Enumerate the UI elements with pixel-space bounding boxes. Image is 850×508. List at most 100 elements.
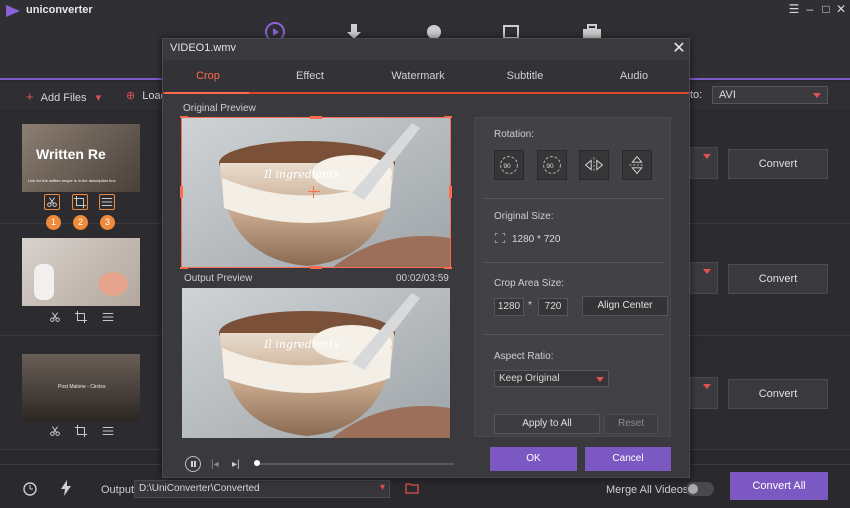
convert-all-button[interactable]: Convert All: [730, 472, 828, 500]
output-label: Output: [101, 484, 135, 496]
divider: [484, 334, 664, 335]
crop-handle[interactable]: [180, 116, 188, 118]
folder-icon[interactable]: [405, 482, 419, 494]
trim-icon[interactable]: [44, 194, 60, 210]
aspect-ratio-label: Aspect Ratio:: [494, 351, 554, 362]
crop-height-input[interactable]: 720: [538, 298, 568, 316]
output-path-field[interactable]: D:\UniConverter\Converted ▾: [134, 480, 390, 498]
apply-to-all-button[interactable]: Apply to All: [494, 414, 600, 434]
flip-vertical-button[interactable]: [622, 150, 652, 180]
effect-icon[interactable]: [101, 424, 117, 440]
video-thumbnail[interactable]: Written Re Link for the written recipe i…: [22, 124, 140, 192]
crop-width-input[interactable]: 1280: [494, 298, 524, 316]
crop-handle[interactable]: [444, 267, 452, 269]
row-format-select[interactable]: [690, 147, 718, 179]
reset-button[interactable]: Reset: [604, 414, 658, 434]
crop-icon[interactable]: [74, 424, 90, 440]
thumbnail-text: Post Malone - Circles: [58, 384, 106, 390]
maximize-icon[interactable]: □: [819, 2, 833, 16]
next-icon[interactable]: ▸|: [232, 459, 240, 470]
close-icon[interactable]: ✕: [834, 2, 848, 16]
rotate-right-button[interactable]: 90: [537, 150, 567, 180]
trim-icon[interactable]: [48, 424, 64, 440]
aspect-ratio-select[interactable]: Keep Original: [494, 370, 609, 387]
convert-button[interactable]: Convert: [728, 379, 828, 409]
rotate-right-icon: 90: [543, 156, 561, 174]
tab-crop[interactable]: Crop: [168, 70, 248, 82]
cancel-button[interactable]: Cancel: [585, 447, 671, 471]
convert-button[interactable]: Convert: [728, 149, 828, 179]
crop-area-label: Crop Area Size:: [494, 278, 565, 289]
row-format-select[interactable]: [690, 377, 718, 409]
load-button[interactable]: ⊕ Load: [126, 89, 167, 102]
tab-subtitle[interactable]: Subtitle: [485, 70, 565, 82]
lightning-icon[interactable]: [60, 480, 72, 496]
output-format-value: AVI: [719, 89, 736, 101]
seek-handle[interactable]: [254, 460, 260, 466]
dropdown-caret-icon: ▾: [379, 482, 385, 493]
crop-handle[interactable]: [180, 267, 188, 269]
tab-watermark[interactable]: Watermark: [378, 70, 458, 82]
step-badge: 2: [73, 215, 88, 230]
add-files-button[interactable]: + Add Files ▾: [26, 89, 101, 104]
chevron-down-icon: ▾: [95, 92, 102, 104]
minimize-icon[interactable]: –: [803, 2, 817, 16]
dialog-close-icon[interactable]: ✕: [671, 41, 687, 57]
rotate-right-text: 90: [546, 163, 554, 170]
output-preview-label: Output Preview: [184, 273, 253, 284]
tab-audio[interactable]: Audio: [594, 70, 674, 82]
step-badge: 1: [46, 215, 61, 230]
video-thumbnail[interactable]: [22, 238, 140, 306]
original-preview-label: Original Preview: [183, 103, 256, 114]
crop-icon[interactable]: [74, 310, 90, 326]
crop-handle[interactable]: [180, 186, 183, 198]
row-format-select[interactable]: [690, 262, 718, 294]
active-tab-indicator: [165, 92, 249, 94]
output-preview-video: Il ingredients: [182, 288, 450, 438]
pause-button[interactable]: [185, 456, 201, 472]
previous-icon[interactable]: |◂: [211, 459, 219, 470]
effect-icon[interactable]: [99, 194, 115, 210]
crop-handle[interactable]: [310, 266, 322, 269]
rotation-label: Rotation:: [494, 129, 535, 140]
crop-handle[interactable]: [444, 116, 452, 118]
crop-frame[interactable]: [180, 116, 452, 269]
effect-icon[interactable]: [101, 310, 117, 326]
thumbnail-tools: [22, 422, 140, 442]
tab-effect[interactable]: Effect: [270, 70, 350, 82]
trim-icon[interactable]: [48, 310, 64, 326]
dialog-title: VIDEO1.wmv: [170, 42, 237, 54]
convert-button[interactable]: Convert: [728, 264, 828, 294]
load-icon: ⊕: [126, 90, 136, 102]
step-badge: 3: [100, 215, 115, 230]
divider: [484, 198, 664, 199]
rotate-left-icon: 90: [500, 156, 518, 174]
menu-icon[interactable]: ☰: [787, 2, 801, 16]
alarm-clock-icon[interactable]: [22, 480, 38, 496]
dropdown-caret-icon: [703, 154, 711, 159]
playback-time: 00:02/03:59: [396, 273, 449, 284]
times-symbol: *: [528, 300, 532, 311]
app-name: uniconverter: [26, 4, 93, 16]
video-overlay-text: Il ingredients: [263, 338, 339, 351]
rotate-left-button[interactable]: 90: [494, 150, 524, 180]
crop-handle[interactable]: [310, 116, 322, 119]
plus-icon: +: [26, 89, 34, 104]
convert-to-label: to:: [690, 89, 703, 101]
thumbnail-subtitle: Link for the written recipe is in the de…: [28, 178, 116, 183]
dropdown-caret-icon: [703, 384, 711, 389]
crop-icon[interactable]: [72, 194, 88, 210]
output-format-select[interactable]: AVI: [712, 86, 828, 104]
crop-handle[interactable]: [449, 186, 452, 198]
add-files-label: Add Files: [40, 92, 87, 104]
rotate-left-text: 90: [503, 163, 511, 170]
seek-bar[interactable]: [254, 463, 454, 465]
ok-button[interactable]: OK: [490, 447, 577, 471]
dropdown-caret-icon: [813, 93, 821, 98]
thumbnail-tools: [22, 308, 140, 328]
flip-horizontal-button[interactable]: [579, 150, 609, 180]
video-thumbnail[interactable]: Post Malone - Circles: [22, 354, 140, 422]
merge-toggle[interactable]: [686, 482, 714, 496]
dropdown-caret-icon: [596, 377, 604, 382]
align-center-button[interactable]: Align Center: [582, 296, 668, 316]
